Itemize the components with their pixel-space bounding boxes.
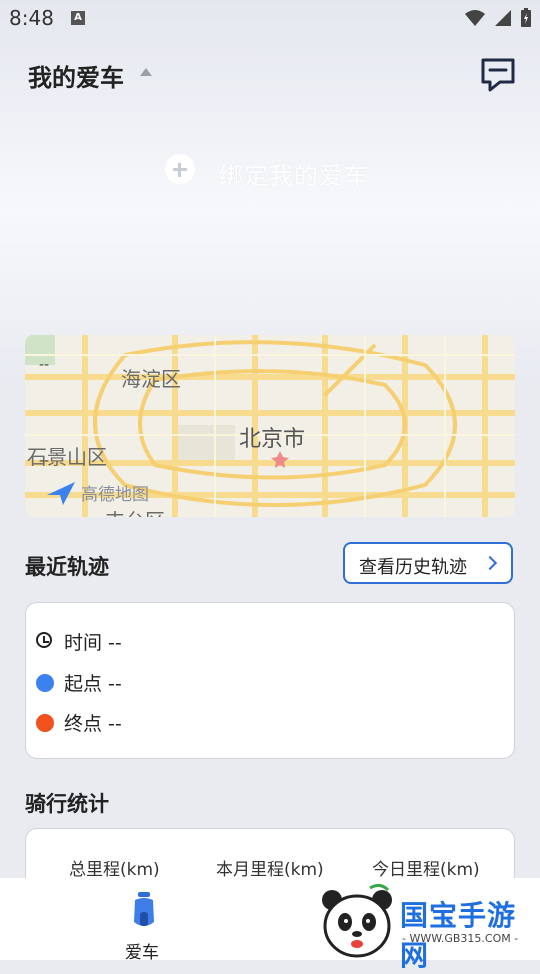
chevron-right-icon: [482, 555, 498, 571]
map-logo-amap: 高德地图: [81, 485, 149, 505]
bind-car-button[interactable]: 绑定我的爱车: [0, 150, 540, 190]
end-dot-icon: [36, 714, 54, 732]
status-time: 8:48: [9, 6, 54, 30]
message-icon[interactable]: [478, 54, 518, 94]
bind-car-label: 绑定我的爱车: [219, 162, 369, 190]
track-time: 时间 --: [64, 632, 122, 654]
month-distance-label: 本月里程(km): [216, 860, 324, 880]
app-header: 我的爱车: [0, 48, 540, 96]
status-bar: 8:48 A: [0, 0, 540, 36]
system-icons: [464, 7, 532, 29]
watermark-url: - WWW.GB315.COM -: [402, 932, 519, 945]
watermark: 国宝手游网 - WWW.GB315.COM -: [318, 883, 540, 972]
map-placeholder-bottom: --: [39, 453, 50, 469]
map-placeholder-top: --: [39, 357, 50, 373]
signal-icon: [495, 10, 511, 26]
ride-stats-title: 骑行统计: [25, 792, 109, 816]
view-history-button[interactable]: 查看历史轨迹: [343, 542, 513, 584]
map-label-fengtai: 丰台区: [105, 505, 165, 517]
view-history-label: 查看历史轨迹: [359, 557, 467, 578]
today-distance-label: 今日里程(km): [372, 860, 480, 880]
nav-item-car-label: 爱车: [125, 943, 159, 963]
total-distance-label: 总里程(km): [69, 860, 160, 880]
scooter-icon: [134, 892, 154, 926]
battery-icon: [521, 8, 531, 27]
map-view[interactable]: -- 海淀区 石景山区 北京市 -- 高德地图 丰台区: [25, 335, 515, 517]
recent-track-card: 时间 -- 起点 -- 终点 --: [25, 602, 515, 759]
dropdown-caret-icon[interactable]: [140, 68, 152, 76]
start-dot-icon: [36, 674, 54, 692]
panda-logo-icon: [322, 883, 392, 958]
map-label-haidian: 海淀区: [121, 367, 181, 391]
wifi-icon: [465, 10, 485, 26]
page-title[interactable]: 我的爱车: [28, 58, 124, 93]
screen: 8:48 A 我的爱车 绑定我的爱车 -- 海淀区 石景山区 北京市 -- 高德…: [0, 0, 540, 972]
notification-icon: A: [71, 11, 85, 25]
track-start: 起点 --: [64, 673, 122, 695]
plus-icon: [165, 154, 195, 184]
track-end: 终点 --: [64, 713, 122, 735]
clock-icon: [36, 632, 52, 648]
map-label-beijing: 北京市: [239, 427, 306, 452]
recent-track-title: 最近轨迹: [25, 555, 109, 579]
